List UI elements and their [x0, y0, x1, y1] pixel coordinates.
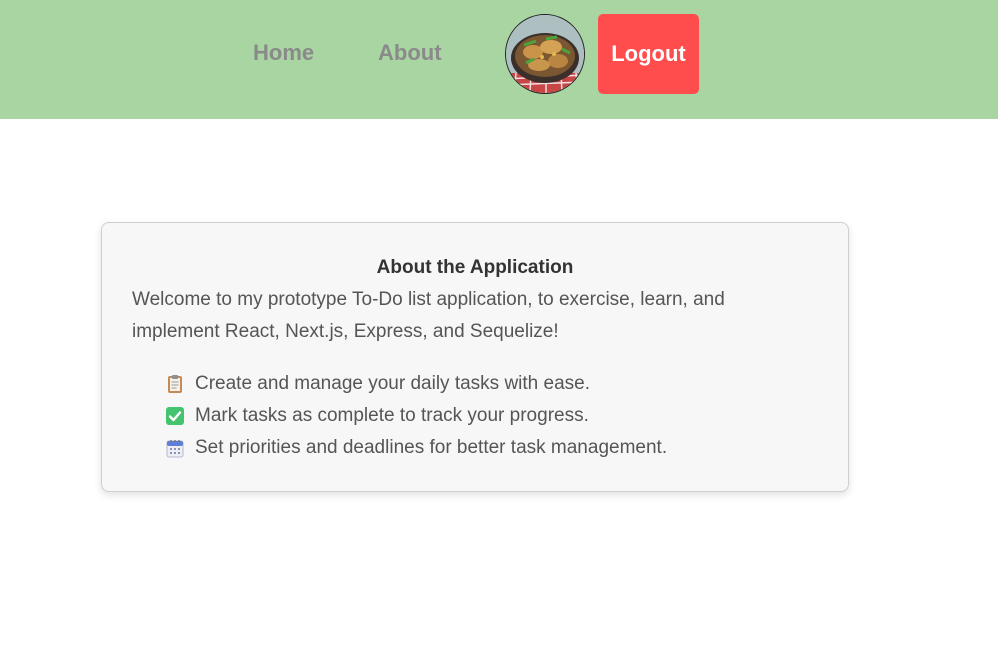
navbar: Home About Logout — [0, 0, 998, 119]
feature-text: Mark tasks as complete to track your pro… — [195, 405, 589, 426]
logout-button[interactable]: Logout — [598, 14, 699, 94]
feature-item: Set priorities and deadlines for better … — [165, 432, 667, 464]
avatar-image — [506, 15, 584, 93]
feature-item: Mark tasks as complete to track your pro… — [165, 400, 667, 432]
clipboard-icon — [168, 375, 182, 393]
calendar-icon — [166, 440, 184, 458]
feature-text: Create and manage your daily tasks with … — [195, 373, 590, 394]
feature-text: Set priorities and deadlines for better … — [195, 437, 668, 458]
about-title: About the Application — [376, 257, 574, 278]
about-card: About the Application Welcome to my prot… — [101, 222, 849, 492]
feature-item: Create and manage your daily tasks with … — [165, 368, 667, 400]
avatar[interactable] — [505, 14, 585, 94]
about-description: Welcome to my prototype To-Do list appli… — [132, 289, 725, 342]
nav-link-home[interactable]: Home — [253, 38, 314, 68]
feature-list: Create and manage your daily tasks with … — [165, 368, 667, 464]
nav-link-about[interactable]: About — [378, 38, 442, 68]
check-mark-icon — [166, 407, 184, 425]
